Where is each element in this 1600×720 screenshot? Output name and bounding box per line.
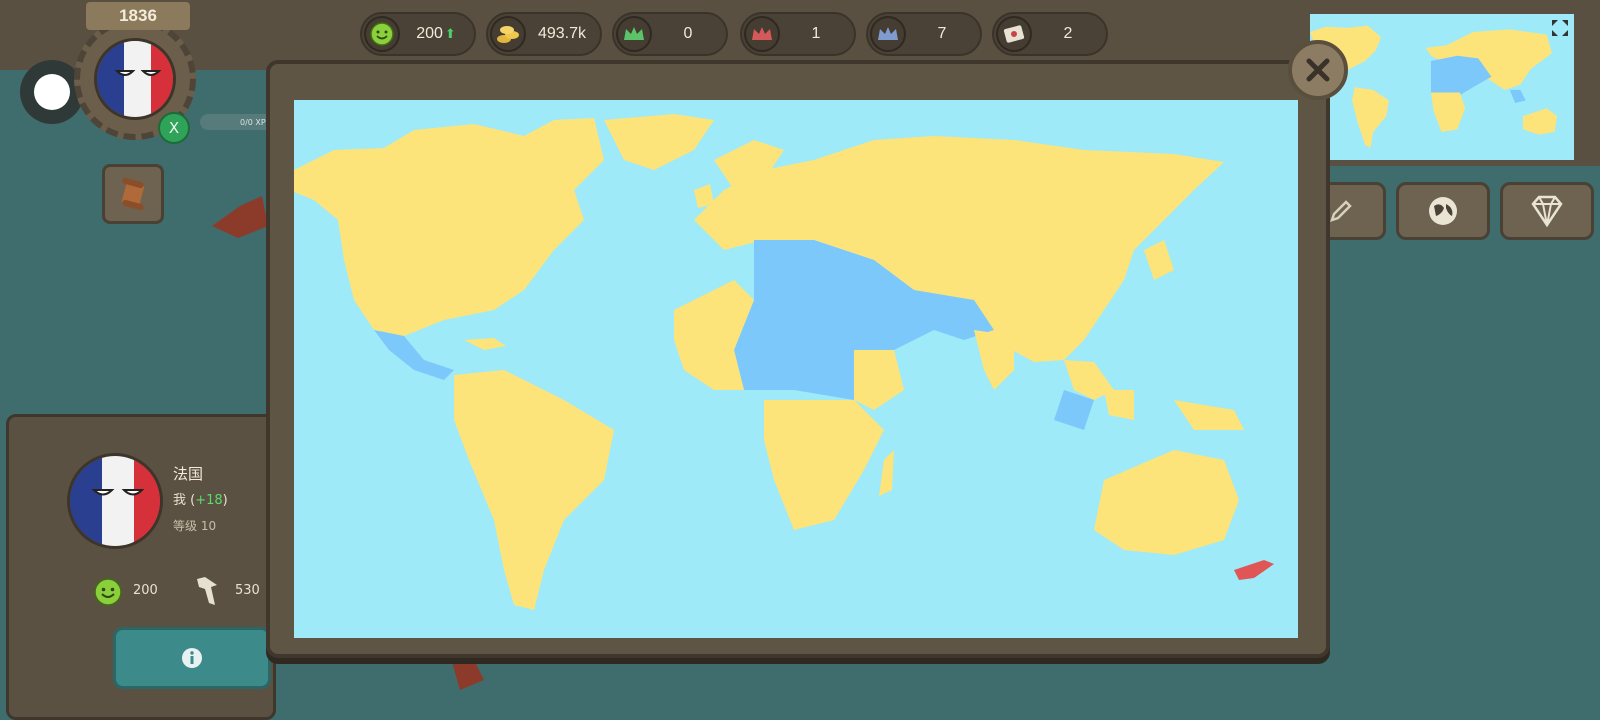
france-ball-avatar [67,453,163,549]
globe-icon [1429,197,1457,225]
green-crown-icon [616,16,652,52]
resource-value: 7 [937,25,947,42]
relation-bonus: +18 [195,493,223,508]
year-badge: 1836 [86,2,190,30]
resource-value: 200 [416,25,443,42]
red-crown-icon [744,16,780,52]
pencil-icon [1330,200,1352,222]
minimap[interactable] [1310,14,1574,160]
resource-value: 493.7k [537,25,587,42]
blue-crown-icon [870,16,906,52]
troops-value: 530 [235,583,260,598]
scroll-button[interactable] [102,164,164,224]
info-icon [182,648,202,668]
gems-button[interactable] [1500,182,1594,240]
france-ball-avatar [94,38,176,120]
trend-up-icon: ⬆ [444,26,456,41]
x-badge[interactable]: X [158,112,190,144]
world-map-dialog [266,60,1330,658]
minimap-world [1310,16,1574,158]
country-name: 法国 [173,465,204,483]
happiness-icon [364,16,400,52]
resource-value: 0 [683,25,693,42]
country-level: 等级 10 [173,519,217,533]
resource-red-crown[interactable]: 1 [740,12,856,56]
relation-label: 我 (+18) [173,493,228,508]
xp-label: 0/0 XP [240,117,266,127]
relation-text: 我 [173,493,187,508]
troops-icon [197,577,217,605]
toggle-dot [34,74,70,110]
scroll-icon [121,177,145,211]
globe-button[interactable] [1396,182,1490,240]
resource-happiness[interactable]: 200 ⬆ [360,12,476,56]
resource-green-crown[interactable]: 0 [612,12,728,56]
close-button[interactable] [1288,40,1348,100]
letter-icon [996,16,1032,52]
expand-icon[interactable] [1550,18,1570,38]
resource-gold[interactable]: 493.7k [486,12,602,56]
resource-value: 2 [1063,25,1073,42]
world-map-canvas [294,100,1298,638]
close-icon [1306,58,1330,82]
happiness-value: 200 [133,583,158,598]
country-info-panel: 法国 我 (+18) 等级 10 200 530 [6,414,276,720]
resource-value: 1 [811,25,821,42]
resource-blue-crown[interactable]: 7 [866,12,982,56]
resource-letters[interactable]: 2 [992,12,1108,56]
happiness-icon [94,578,122,606]
world-map[interactable] [294,100,1298,638]
diamond-icon [1531,195,1563,228]
info-button[interactable] [113,627,271,689]
gold-coins-icon [490,16,526,52]
